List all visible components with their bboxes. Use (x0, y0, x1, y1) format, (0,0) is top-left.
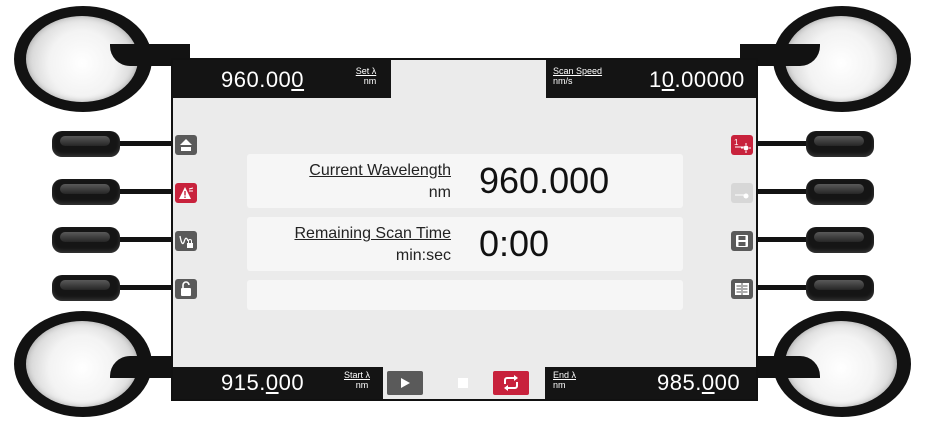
remaining-time-value: 0:00 (479, 223, 550, 264)
current-wavelength-panel: Current Wavelength nm 960.000 (247, 154, 683, 208)
remaining-time-label: Remaining Scan Time min:sec (294, 225, 451, 264)
side-button-left-2[interactable] (52, 179, 120, 205)
current-wavelength-label: Current Wavelength nm (309, 162, 451, 201)
play-button[interactable] (387, 371, 423, 395)
side-button-left-3[interactable] (52, 227, 120, 253)
side-button-left-4[interactable] (52, 275, 120, 301)
stop-icon (458, 378, 468, 388)
repeat-icon (504, 375, 518, 391)
repeat-button[interactable] (493, 371, 529, 395)
start-wavelength-value[interactable]: 915.000 (221, 370, 304, 396)
display-screen: 960.000 Set λ nm Scan Speed nm/s 10.00000 … (171, 58, 758, 401)
svg-text:1: 1 (734, 138, 739, 147)
stop-button[interactable] (445, 371, 481, 395)
remaining-time-panel: Remaining Scan Time min:sec 0:00 (247, 217, 683, 271)
end-wavelength-value[interactable]: 985.000 (657, 370, 740, 396)
device-frame: 960.000 Set λ nm Scan Speed nm/s 10.00000 … (0, 0, 925, 421)
side-button-left-1[interactable] (52, 131, 120, 157)
save-icon[interactable] (731, 231, 753, 251)
current-wavelength-value: 960.000 (479, 160, 610, 201)
unlock-icon[interactable] (175, 279, 197, 299)
empty-panel (247, 280, 683, 310)
set-wavelength-value[interactable]: 960.000 (221, 67, 304, 93)
side-button-right-2[interactable] (806, 179, 874, 205)
start-wavelength-label: Start λ nm (343, 370, 370, 390)
scan-speed-label: Scan Speed nm/s (553, 66, 603, 86)
side-button-right-3[interactable] (806, 227, 874, 253)
home-icon[interactable] (175, 135, 197, 155)
end-wavelength-label: End λ nm (553, 370, 577, 390)
side-button-right-4[interactable] (806, 275, 874, 301)
bottom-status-bar: 915.000 Start λ nm End λ nm 985.000 (173, 367, 756, 399)
scan-speed-value[interactable]: 10.00000 (649, 67, 745, 93)
side-button-right-1[interactable] (806, 131, 874, 157)
log-icon[interactable] (731, 279, 753, 299)
laser-2-icon[interactable] (731, 183, 753, 203)
laser-1-icon[interactable]: 1 (731, 135, 753, 155)
set-wavelength-label: Set λ nm (355, 66, 377, 86)
top-status-bar: 960.000 Set λ nm Scan Speed nm/s 10.00000 (173, 60, 756, 98)
play-icon (401, 378, 410, 388)
warning-icon[interactable] (175, 183, 197, 203)
scan-lock-icon[interactable] (175, 231, 197, 251)
